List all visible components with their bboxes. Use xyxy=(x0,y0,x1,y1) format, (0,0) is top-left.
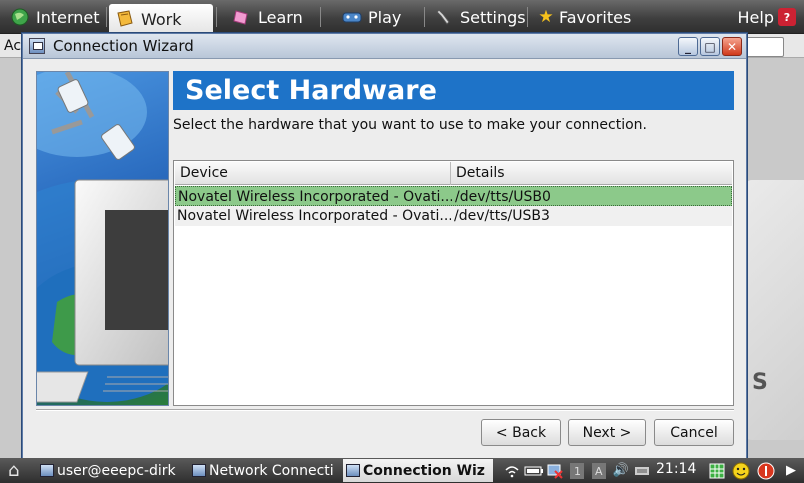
hardware-row[interactable]: Novatel Wireless Incorporated - Ovati...… xyxy=(175,186,732,206)
globe-icon xyxy=(10,7,30,27)
taskbar-item-network-connections[interactable]: Network Connecti xyxy=(189,459,339,482)
tab-label: Learn xyxy=(258,7,303,27)
taskbar-item-label: user@eeepc-dirk xyxy=(57,462,176,479)
window-controls: _ □ ✕ xyxy=(678,37,742,56)
device-cell: Novatel Wireless Incorporated - Ovati... xyxy=(177,208,451,224)
wizard-instructions: Select the hardware that you want to use… xyxy=(173,117,647,133)
home-icon[interactable]: ⌂ xyxy=(8,461,30,480)
network-icon xyxy=(346,464,360,477)
tab-favorites[interactable]: ★ Favorites xyxy=(530,3,634,31)
terminal-icon xyxy=(40,464,54,477)
tab-separator xyxy=(527,7,528,27)
svg-text:1: 1 xyxy=(574,465,581,478)
maximize-button[interactable]: □ xyxy=(700,37,720,56)
taskbar-item-label: Network Connecti xyxy=(209,462,334,479)
gamepad-icon xyxy=(342,7,362,27)
tab-separator xyxy=(216,7,217,27)
next-button[interactable]: Next > xyxy=(568,419,646,446)
wifi-icon[interactable] xyxy=(503,461,521,480)
spreadsheet-icon[interactable] xyxy=(708,461,726,480)
tab-learn[interactable]: Learn xyxy=(226,3,318,31)
input-method-icon[interactable] xyxy=(634,461,650,480)
column-header-device[interactable]: Device xyxy=(175,162,451,185)
tab-label: Work xyxy=(141,9,182,29)
dialog-titlebar[interactable]: Connection Wizard _ □ ✕ xyxy=(23,34,746,59)
tab-separator xyxy=(320,7,321,27)
numlock-icon[interactable]: 1 xyxy=(568,461,586,480)
power-icon[interactable] xyxy=(756,461,776,480)
tab-play[interactable]: Play xyxy=(336,3,424,31)
column-header-details[interactable]: Details xyxy=(451,162,732,185)
battery-icon[interactable] xyxy=(523,461,545,480)
tab-label: Favorites xyxy=(559,7,632,27)
taskbar-item-connection-wizard[interactable]: Connection Wiz xyxy=(343,459,493,482)
taskbar-item-terminal[interactable]: user@eeepc-dirk xyxy=(37,459,185,482)
hardware-row[interactable]: Novatel Wireless Incorporated - Ovati...… xyxy=(175,206,732,226)
capslock-icon[interactable]: A xyxy=(590,461,608,480)
bookmark-icon xyxy=(232,7,252,27)
help-icon: ? xyxy=(778,8,796,26)
help-button[interactable]: Help ? xyxy=(738,3,796,31)
device-cell: Novatel Wireless Incorporated - Ovati... xyxy=(178,189,452,205)
cancel-button[interactable]: Cancel xyxy=(654,419,734,446)
network-disconnected-icon[interactable] xyxy=(546,461,564,480)
hardware-list-header: Device Details xyxy=(175,162,732,185)
wrench-icon xyxy=(434,7,454,27)
back-button[interactable]: < Back xyxy=(481,419,561,446)
tab-label: Play xyxy=(368,7,402,27)
tab-separator xyxy=(424,7,425,27)
details-cell: /dev/tts/USB3 xyxy=(454,208,550,224)
wizard-side-image xyxy=(36,71,169,406)
volume-icon[interactable]: 🔊 xyxy=(611,461,631,480)
arrow-right-icon[interactable]: ▶ xyxy=(784,461,798,480)
network-window-icon xyxy=(29,38,45,54)
details-cell: /dev/tts/USB0 xyxy=(455,189,551,205)
tab-label: Settings xyxy=(460,7,526,27)
star-icon: ★ xyxy=(538,7,554,27)
tab-label: Internet xyxy=(36,7,100,27)
dialog-title: Connection Wizard xyxy=(53,37,194,55)
minimize-button[interactable]: _ xyxy=(678,37,698,56)
folder-icon xyxy=(115,9,135,29)
wizard-page-header: Select Hardware xyxy=(173,71,734,110)
smiley-icon[interactable] xyxy=(731,461,751,480)
clock: 21:14 xyxy=(656,461,697,477)
background-app-text: Ac xyxy=(4,38,22,54)
svg-text:A: A xyxy=(595,465,603,478)
background-logo-icon: S xyxy=(752,370,768,395)
connection-wizard-dialog: Connection Wizard _ □ ✕ Select Hardware xyxy=(22,33,747,459)
taskbar-item-label: Connection Wiz xyxy=(363,462,485,479)
button-divider xyxy=(36,409,734,411)
background-decoration: S xyxy=(744,180,804,440)
taskbar: ⌂ user@eeepc-dirk Network Connecti Conne… xyxy=(0,458,804,483)
launcher-tab-bar: Internet Work Learn Play Settings ★ Favo… xyxy=(0,0,804,34)
tab-separator xyxy=(106,7,107,27)
hardware-list[interactable]: Device Details Novatel Wireless Incorpor… xyxy=(173,160,734,406)
tab-settings[interactable]: Settings xyxy=(428,3,526,31)
close-button[interactable]: ✕ xyxy=(722,37,742,56)
tab-work[interactable]: Work xyxy=(109,4,213,34)
help-label: Help xyxy=(737,7,774,27)
tab-internet[interactable]: Internet xyxy=(4,3,104,31)
network-icon xyxy=(192,464,206,477)
